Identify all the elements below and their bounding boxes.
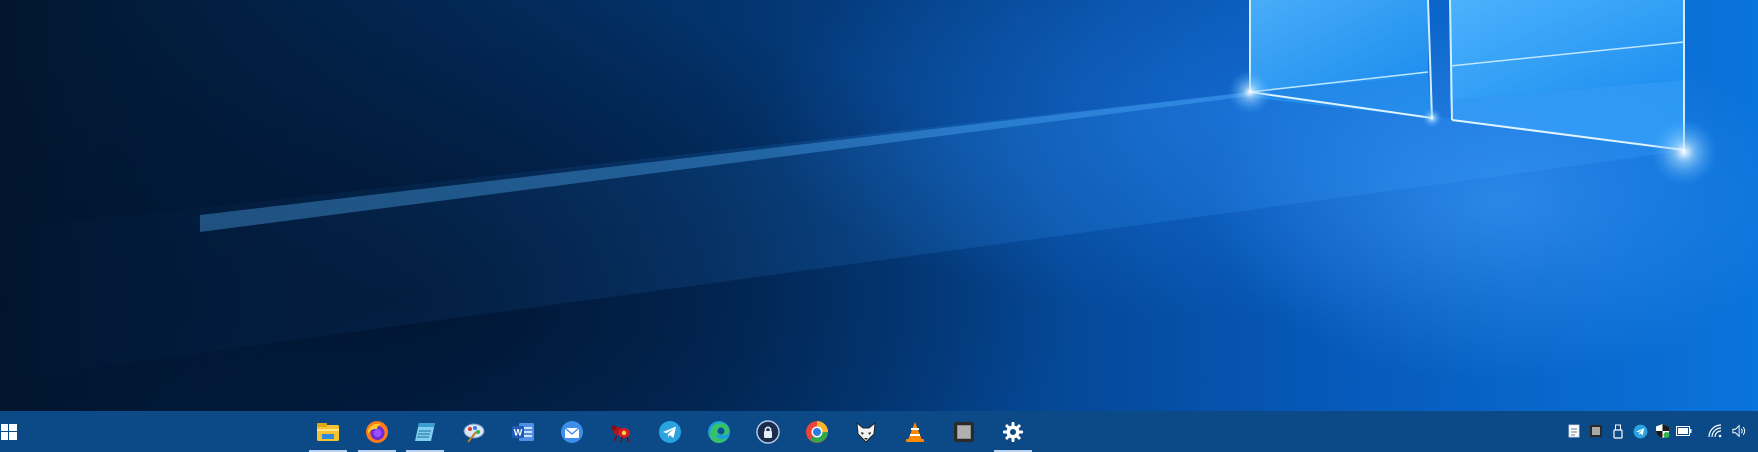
file-explorer-icon	[317, 422, 339, 441]
taskbar-app-vpn[interactable]	[747, 411, 789, 452]
usb-tray-icon	[1613, 424, 1623, 439]
tray-usb[interactable]	[1610, 423, 1626, 439]
volume-tray-icon	[1732, 424, 1746, 438]
taskbar-app-word[interactable]: W	[502, 411, 544, 452]
paint-icon	[463, 423, 485, 443]
mail-icon	[561, 420, 583, 443]
taskbar: W	[0, 411, 1758, 452]
desktop-wallpaper	[0, 0, 1758, 411]
telegram-icon	[659, 420, 681, 443]
windows-logo-icon	[1, 423, 17, 440]
firefox-icon	[366, 420, 388, 443]
taskbar-app-file-explorer[interactable]	[307, 411, 349, 452]
edge-icon	[708, 420, 730, 443]
taskbar-app-vlc[interactable]	[894, 411, 936, 452]
taskbar-app-foobar[interactable]	[845, 411, 887, 452]
tray-document[interactable]	[1566, 423, 1582, 439]
taskbar-app-chromium[interactable]	[796, 411, 838, 452]
vlc-icon	[906, 421, 924, 442]
ant-app-icon	[611, 425, 630, 442]
word-icon: W	[512, 422, 534, 441]
start-button[interactable]	[0, 411, 18, 452]
foobar-fox-icon	[856, 421, 876, 443]
blank-app-icon	[954, 421, 974, 442]
settings-gear-icon	[1003, 421, 1023, 442]
taskbar-app-blank[interactable]	[943, 411, 985, 452]
wallpaper-graphic	[0, 0, 1718, 380]
tray-telegram[interactable]	[1632, 423, 1648, 439]
notepad-icon	[415, 422, 435, 441]
vpn-lock-icon	[756, 419, 780, 444]
svg-text:W: W	[514, 427, 523, 437]
system-tray	[1560, 411, 1758, 452]
tray-security[interactable]	[1654, 423, 1670, 439]
tray-app[interactable]	[1588, 423, 1604, 439]
taskbar-app-paint[interactable]	[453, 411, 495, 452]
battery-tray-icon	[1676, 426, 1692, 436]
taskbar-app-ant[interactable]	[600, 411, 642, 452]
document-tray-icon	[1568, 424, 1580, 438]
chromium-icon	[806, 420, 828, 443]
tray-wifi[interactable]	[1708, 423, 1724, 439]
app-tray-icon	[1590, 425, 1602, 437]
tray-battery[interactable]	[1676, 423, 1692, 439]
taskbar-app-mail[interactable]	[551, 411, 593, 452]
taskbar-app-firefox[interactable]	[356, 411, 398, 452]
tray-volume[interactable]	[1732, 423, 1748, 439]
taskbar-app-notepad[interactable]	[404, 411, 446, 452]
taskbar-app-edge[interactable]	[698, 411, 740, 452]
taskbar-app-telegram[interactable]	[649, 411, 691, 452]
taskbar-app-settings[interactable]	[992, 411, 1034, 452]
telegram-tray-icon	[1633, 424, 1647, 438]
wifi-tray-icon	[1708, 424, 1722, 438]
security-shield-tray-icon	[1655, 424, 1669, 438]
